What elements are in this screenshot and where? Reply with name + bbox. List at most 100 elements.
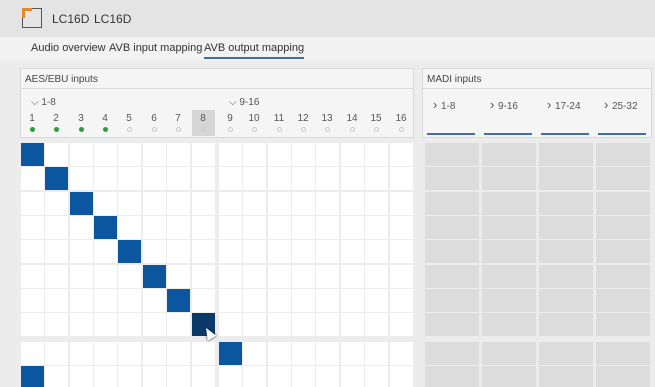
matrix-cell[interactable] xyxy=(292,216,315,239)
matrix-cell-connected[interactable] xyxy=(219,342,242,365)
matrix-cell[interactable] xyxy=(118,167,141,190)
matrix-cell[interactable] xyxy=(365,289,388,312)
matrix-cell-connected[interactable] xyxy=(21,366,44,387)
matrix-cell[interactable] xyxy=(94,265,117,288)
madi-matrix-cell[interactable] xyxy=(596,366,650,387)
tab-avb-input-mapping[interactable]: AVB input mapping xyxy=(109,42,202,54)
matrix-cell[interactable] xyxy=(118,289,141,312)
matrix-cell[interactable] xyxy=(94,289,117,312)
matrix-cell[interactable] xyxy=(316,289,339,312)
matrix-cell[interactable] xyxy=(341,342,364,365)
madi-matrix-cell[interactable] xyxy=(482,192,536,215)
matrix-cell[interactable] xyxy=(243,192,266,215)
matrix-cell[interactable] xyxy=(192,289,215,312)
matrix-cell[interactable] xyxy=(341,265,364,288)
matrix-cell[interactable] xyxy=(94,240,117,263)
matrix-cell[interactable] xyxy=(390,265,413,288)
matrix-cell[interactable] xyxy=(143,192,166,215)
matrix-cell[interactable] xyxy=(70,167,93,190)
matrix-cell[interactable] xyxy=(341,240,364,263)
matrix-cell[interactable] xyxy=(143,313,166,336)
madi-matrix-cell[interactable] xyxy=(539,313,593,336)
group-toggle-madi-1-8[interactable]: › 1-8 xyxy=(433,97,455,112)
matrix-cell[interactable] xyxy=(243,342,266,365)
matrix-cell[interactable] xyxy=(118,216,141,239)
matrix-cell[interactable] xyxy=(45,216,68,239)
matrix-cell[interactable] xyxy=(21,167,44,190)
matrix-cell[interactable] xyxy=(192,366,215,387)
matrix-cell[interactable] xyxy=(94,342,117,365)
madi-matrix-cell[interactable] xyxy=(425,143,479,166)
matrix-cell[interactable] xyxy=(143,366,166,387)
matrix-cell[interactable] xyxy=(268,366,291,387)
matrix-cell[interactable] xyxy=(45,313,68,336)
matrix-cell[interactable] xyxy=(143,143,166,166)
matrix-cell[interactable] xyxy=(118,192,141,215)
matrix-cell[interactable] xyxy=(192,167,215,190)
matrix-cell[interactable] xyxy=(316,143,339,166)
matrix-cell[interactable] xyxy=(70,143,93,166)
matrix-cell[interactable] xyxy=(192,143,215,166)
madi-matrix-cell[interactable] xyxy=(539,240,593,263)
matrix-cell[interactable] xyxy=(243,289,266,312)
madi-matrix-cell[interactable] xyxy=(539,342,593,365)
madi-matrix-cell[interactable] xyxy=(539,366,593,387)
matrix-cell-connected[interactable] xyxy=(118,240,141,263)
madi-matrix-cell[interactable] xyxy=(425,265,479,288)
matrix-cell[interactable] xyxy=(390,143,413,166)
matrix-cell[interactable] xyxy=(192,216,215,239)
matrix-cell[interactable] xyxy=(390,313,413,336)
matrix-cell[interactable] xyxy=(365,265,388,288)
group-toggle-madi-25-32[interactable]: › 25-32 xyxy=(604,97,638,112)
matrix-cell-connected[interactable] xyxy=(94,216,117,239)
madi-matrix-cell[interactable] xyxy=(596,143,650,166)
matrix-cell[interactable] xyxy=(70,240,93,263)
matrix-cell-connected[interactable] xyxy=(21,143,44,166)
matrix-cell[interactable] xyxy=(316,265,339,288)
matrix-cell[interactable] xyxy=(292,167,315,190)
matrix-cell[interactable] xyxy=(341,143,364,166)
matrix-cell[interactable] xyxy=(341,216,364,239)
madi-matrix-cell[interactable] xyxy=(482,342,536,365)
matrix-cell[interactable] xyxy=(70,366,93,387)
matrix-cell[interactable] xyxy=(167,143,190,166)
matrix-cell[interactable] xyxy=(316,366,339,387)
matrix-cell[interactable] xyxy=(341,313,364,336)
matrix-cell[interactable] xyxy=(268,143,291,166)
matrix-cell[interactable] xyxy=(70,265,93,288)
matrix-cell[interactable] xyxy=(243,240,266,263)
matrix-cell[interactable] xyxy=(21,342,44,365)
matrix-cell[interactable] xyxy=(21,240,44,263)
matrix-cell[interactable] xyxy=(292,192,315,215)
matrix-cell[interactable] xyxy=(268,240,291,263)
matrix-cell[interactable] xyxy=(21,192,44,215)
madi-matrix-cell[interactable] xyxy=(596,289,650,312)
matrix-cell[interactable] xyxy=(316,167,339,190)
madi-matrix-cell[interactable] xyxy=(539,143,593,166)
madi-matrix-cell[interactable] xyxy=(596,342,650,365)
matrix-cell[interactable] xyxy=(316,342,339,365)
matrix-cell[interactable] xyxy=(243,366,266,387)
matrix-cell[interactable] xyxy=(316,240,339,263)
matrix-cell[interactable] xyxy=(94,366,117,387)
matrix-cell[interactable] xyxy=(45,265,68,288)
matrix-cell[interactable] xyxy=(167,192,190,215)
matrix-cell[interactable] xyxy=(219,289,242,312)
matrix-cell[interactable] xyxy=(167,216,190,239)
matrix-cell-connected[interactable] xyxy=(143,265,166,288)
matrix-cell[interactable] xyxy=(365,366,388,387)
matrix-cell-connected[interactable] xyxy=(70,192,93,215)
matrix-cell[interactable] xyxy=(365,216,388,239)
matrix-cell[interactable] xyxy=(243,265,266,288)
matrix-cell[interactable] xyxy=(390,167,413,190)
madi-matrix-cell[interactable] xyxy=(482,313,536,336)
matrix-cell[interactable] xyxy=(45,143,68,166)
matrix-cell[interactable] xyxy=(167,265,190,288)
matrix-cell[interactable] xyxy=(192,240,215,263)
matrix-cell[interactable] xyxy=(341,366,364,387)
matrix-cell[interactable] xyxy=(243,216,266,239)
matrix-cell[interactable] xyxy=(118,143,141,166)
matrix-cell[interactable] xyxy=(219,192,242,215)
matrix-cell[interactable] xyxy=(45,289,68,312)
matrix-cell[interactable] xyxy=(365,313,388,336)
